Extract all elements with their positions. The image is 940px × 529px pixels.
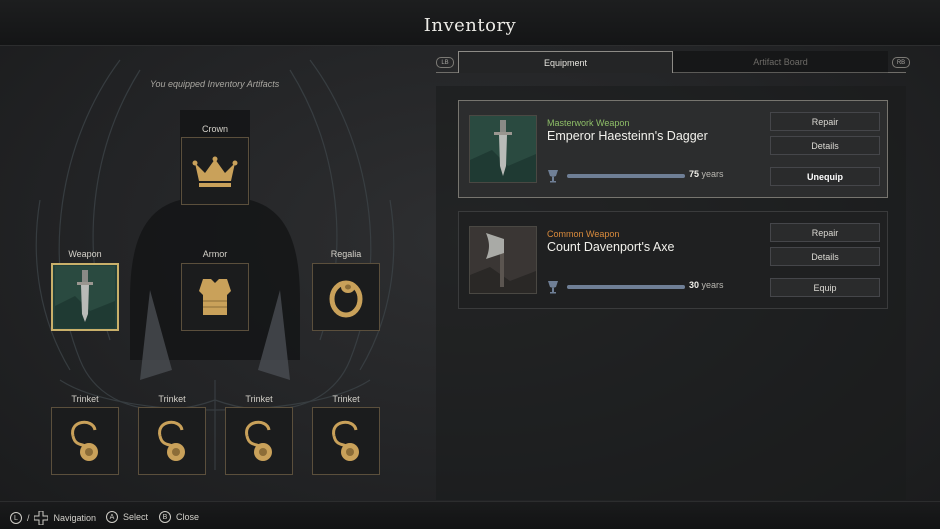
- item-age: 75 years: [689, 169, 724, 179]
- footer-hints: L / Navigation A Select B Close: [0, 501, 940, 529]
- trinket-slot-4[interactable]: [312, 407, 380, 475]
- trinket-slot-label-4: Trinket: [332, 394, 360, 404]
- a-button-icon: A: [106, 511, 118, 523]
- tab-bar: Equipment Artifact Board: [458, 51, 888, 73]
- amulet-icon: [71, 420, 98, 461]
- trinket-slot-3[interactable]: [225, 407, 293, 475]
- dagger-icon: [55, 266, 115, 328]
- durability-bar-fill: [567, 174, 685, 178]
- lb-bumper-icon: LB: [436, 57, 454, 68]
- item-quality: Common Weapon: [547, 229, 620, 239]
- regalia-slot-label: Regalia: [330, 249, 362, 259]
- trinket-slot-label-1: Trinket: [71, 394, 99, 404]
- trinket-slot-label-2: Trinket: [158, 394, 186, 404]
- b-button-icon: B: [159, 511, 171, 523]
- amulet-icon: [158, 420, 185, 461]
- close-label: Close: [176, 512, 200, 522]
- durability-bar: [567, 174, 685, 178]
- repair-button[interactable]: Repair: [770, 223, 880, 242]
- armor-slot-label: Armor: [202, 249, 228, 259]
- close-hint[interactable]: B Close: [159, 511, 199, 523]
- regalia-slot[interactable]: [312, 263, 380, 331]
- item-name: Emperor Haesteinn's Dagger: [547, 129, 708, 143]
- details-button[interactable]: Details: [770, 136, 880, 155]
- weapon-slot[interactable]: [51, 263, 119, 331]
- item-thumbnail: [469, 226, 537, 294]
- tab-artifact-board[interactable]: Artifact Board: [673, 51, 888, 73]
- crown-slot[interactable]: [181, 137, 249, 205]
- item-age-value: 75: [689, 169, 700, 179]
- crown-icon: [192, 156, 238, 187]
- equip-button[interactable]: Equip: [770, 278, 880, 297]
- select-label: Select: [123, 512, 149, 522]
- item-card-axe[interactable]: Common Weapon Count Davenport's Axe 30 y…: [458, 211, 888, 309]
- amulet-icon: [245, 420, 272, 461]
- item-card-dagger[interactable]: Masterwork Weapon Emperor Haesteinn's Da…: [458, 100, 888, 198]
- item-age: 30 years: [689, 280, 724, 290]
- crown-slot-label: Crown: [201, 124, 228, 134]
- dagger-icon: [470, 116, 536, 182]
- dpad-icon: [33, 511, 48, 525]
- navigation-label: Navigation: [53, 513, 97, 523]
- navigation-hint: L / Navigation: [10, 511, 96, 525]
- armor-slot[interactable]: [181, 263, 249, 331]
- tab-equipment[interactable]: Equipment: [458, 51, 673, 73]
- trinket-slot-label-3: Trinket: [245, 394, 273, 404]
- repair-button[interactable]: Repair: [770, 112, 880, 131]
- armor-icon: [199, 279, 231, 315]
- durability-bar: [567, 285, 685, 289]
- unequip-button[interactable]: Unequip: [770, 167, 880, 186]
- amulet-icon: [332, 420, 359, 461]
- item-age-unit: years: [701, 169, 724, 179]
- slash-divider: /: [27, 513, 30, 523]
- details-button[interactable]: Details: [770, 247, 880, 266]
- weapon-slot-label: Weapon: [68, 249, 102, 259]
- goblet-icon: [548, 281, 558, 294]
- left-stick-icon: L: [10, 512, 22, 524]
- durability-bar-fill: [567, 285, 685, 289]
- item-quality: Masterwork Weapon: [547, 118, 630, 128]
- axe-icon: [470, 227, 536, 293]
- item-age-value: 30: [689, 280, 700, 290]
- item-name: Count Davenport's Axe: [547, 240, 675, 254]
- item-age-unit: years: [701, 280, 724, 290]
- rb-bumper-icon: RB: [892, 57, 910, 68]
- trinket-slot-1[interactable]: [51, 407, 119, 475]
- item-thumbnail: [469, 115, 537, 183]
- goblet-icon: [548, 170, 558, 183]
- select-hint[interactable]: A Select: [106, 511, 148, 523]
- trinket-slot-2[interactable]: [138, 407, 206, 475]
- equip-note: You equipped Inventory Artifacts: [150, 79, 280, 89]
- ring-icon: [329, 280, 363, 318]
